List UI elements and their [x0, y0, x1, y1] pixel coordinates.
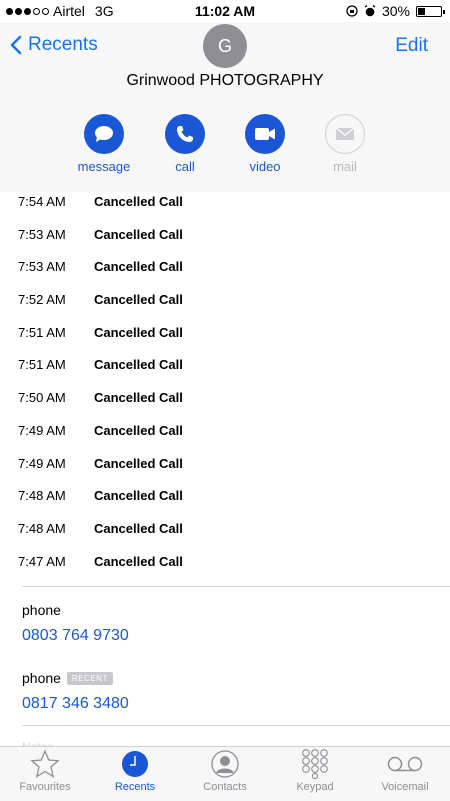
- call-time: 7:52 AM: [18, 292, 66, 308]
- call-history-row: 7:51 AM Cancelled Call: [0, 355, 450, 388]
- contact-actions: message call video mail: [0, 114, 450, 184]
- call-history-row: 7:54 AM Cancelled Call: [0, 192, 450, 225]
- keypad-icon: [302, 749, 328, 779]
- mail-icon: [335, 127, 355, 140]
- status-right: 30%: [346, 3, 445, 19]
- tab-favourites[interactable]: Favourites: [0, 747, 90, 801]
- call-history-row: 7:48 AM Cancelled Call: [0, 519, 450, 552]
- divider: [22, 725, 450, 726]
- call-type: Cancelled Call: [94, 357, 183, 373]
- call-button[interactable]: call: [145, 114, 225, 174]
- tab-label: Keypad: [296, 781, 334, 793]
- clock-icon: [122, 751, 148, 777]
- call-time: 7:54 AM: [18, 194, 66, 209]
- phone-label: phone RECENT: [22, 670, 129, 686]
- tab-bar: Favourites Recents Contacts Keypad Voice…: [0, 746, 450, 801]
- call-history-row: 7:50 AM Cancelled Call: [0, 388, 450, 421]
- call-type: Cancelled Call: [94, 292, 183, 308]
- tab-contacts[interactable]: Contacts: [180, 747, 270, 801]
- mail-label: mail: [333, 159, 357, 174]
- call-type: Cancelled Call: [94, 390, 183, 406]
- call-type: Cancelled Call: [94, 259, 183, 275]
- tab-keypad[interactable]: Keypad: [270, 747, 360, 801]
- call-type: Cancelled Call: [94, 553, 183, 569]
- call-type: Cancelled Call: [94, 324, 183, 340]
- battery-icon: [416, 5, 445, 17]
- video-button[interactable]: video: [225, 114, 305, 174]
- call-history-row: 7:53 AM Cancelled Call: [0, 225, 450, 258]
- contact-header: Recents Edit G Grinwood PHOTOGRAPHY mess…: [0, 22, 450, 192]
- call-time: 7:51 AM: [18, 357, 66, 373]
- call-type: Cancelled Call: [94, 422, 183, 438]
- star-icon: [30, 749, 60, 778]
- contact-name: Grinwood PHOTOGRAPHY: [126, 72, 324, 89]
- call-time: 7:50 AM: [18, 390, 66, 406]
- call-time: 7:51 AM: [18, 324, 66, 340]
- call-history-row: 7:52 AM Cancelled Call: [0, 290, 450, 323]
- call-label: call: [175, 159, 195, 174]
- call-history-row: 7:49 AM Cancelled Call: [0, 421, 450, 454]
- tab-label: Contacts: [203, 781, 247, 793]
- phone-number-link[interactable]: 0803 764 9730: [22, 627, 129, 645]
- phone-icon: [177, 126, 193, 142]
- message-icon: [95, 126, 113, 142]
- call-time: 7:48 AM: [18, 520, 66, 536]
- video-label: video: [249, 159, 281, 174]
- voicemail-icon: [387, 756, 423, 772]
- tab-label: Voicemail: [381, 781, 429, 793]
- back-label: Recents: [28, 34, 98, 55]
- tab-label: Favourites: [19, 781, 71, 793]
- phone-label: phone: [22, 602, 61, 618]
- call-history-row: 7:49 AM Cancelled Call: [0, 454, 450, 487]
- call-time: 7:53 AM: [18, 226, 66, 242]
- call-history-row: 7:47 AM Cancelled Call: [0, 552, 450, 585]
- call-history-row: 7:51 AM Cancelled Call: [0, 323, 450, 356]
- recent-badge: RECENT: [66, 671, 113, 685]
- message-button[interactable]: message: [64, 114, 144, 174]
- call-history-list: 7:54 AM Cancelled Call 7:53 AM Cancelled Ca…: [0, 192, 450, 584]
- call-history-row: 7:48 AM Cancelled Call: [0, 486, 450, 519]
- call-time: 7:48 AM: [18, 488, 66, 504]
- tab-recents[interactable]: Recents: [90, 747, 180, 801]
- back-button[interactable]: Recents: [10, 34, 98, 56]
- tab-voicemail[interactable]: Voicemail: [360, 747, 450, 801]
- message-label: message: [77, 159, 131, 174]
- contact-icon: [211, 750, 239, 778]
- rotation-lock-icon: [346, 5, 358, 17]
- call-time: 7:49 AM: [18, 422, 66, 438]
- call-type: Cancelled Call: [94, 226, 183, 242]
- call-time: 7:49 AM: [18, 455, 66, 471]
- call-time: 7:47 AM: [18, 553, 66, 569]
- video-icon: [255, 128, 275, 140]
- edit-button[interactable]: Edit: [395, 35, 428, 57]
- call-time: 7:53 AM: [18, 259, 66, 275]
- call-type: Cancelled Call: [94, 488, 183, 504]
- status-bar: Airtel 3G 11:02 AM 30%: [0, 0, 450, 22]
- chevron-left-icon: [10, 35, 22, 55]
- mail-button[interactable]: mail: [305, 114, 385, 174]
- call-type: Cancelled Call: [94, 194, 183, 209]
- avatar: G: [203, 24, 247, 68]
- call-history-row: 7:53 AM Cancelled Call: [0, 257, 450, 290]
- tab-label: Recents: [114, 781, 156, 793]
- alarm-icon: [364, 5, 376, 17]
- phone-number-link[interactable]: 0817 346 3480: [22, 695, 129, 713]
- divider: [22, 586, 450, 587]
- call-type: Cancelled Call: [94, 520, 183, 536]
- battery-percent: 30%: [381, 3, 410, 19]
- phone-entry: phone RECENT 0817 346 3480: [22, 670, 129, 713]
- phone-entry: phone 0803 764 9730: [22, 602, 129, 645]
- call-type: Cancelled Call: [94, 455, 183, 471]
